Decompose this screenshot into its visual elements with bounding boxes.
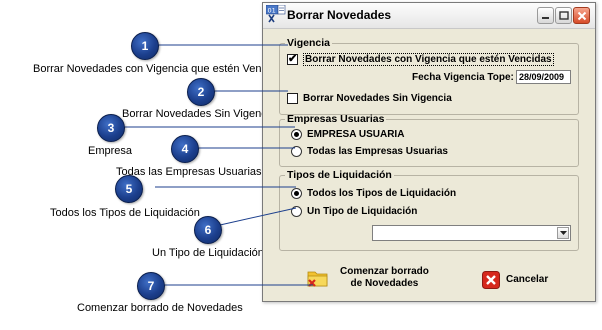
callout-marker-4: 4 [171,135,199,163]
callout-marker-5: 5 [115,175,143,203]
callout-marker-7: 7 [137,272,165,300]
callout-marker-6: 6 [194,216,222,244]
callout-marker-1: 1 [131,32,159,60]
callout-marker-3: 3 [97,114,125,142]
callout-marker-2: 2 [187,78,215,106]
callout-connector-lines [123,44,313,286]
